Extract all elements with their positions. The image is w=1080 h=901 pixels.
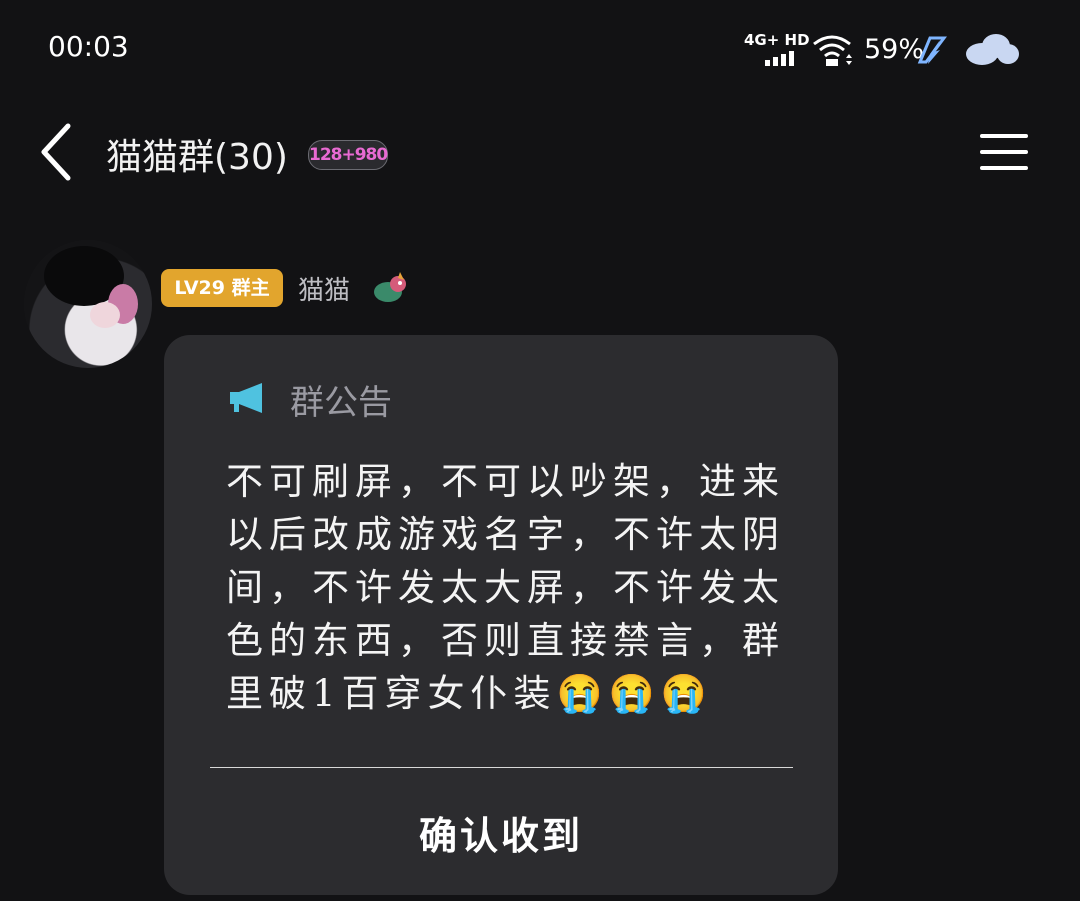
sender-name[interactable]: 猫猫 bbox=[298, 270, 350, 307]
announcement-card: 群公告 不可刷屏，不可以吵架，进来以后改成游戏名字，不许太阴间，不许发太大屏，不… bbox=[164, 335, 838, 895]
network-type: 4G+ HD bbox=[744, 31, 810, 49]
group-rank-badge: 128+980 bbox=[308, 140, 388, 170]
signal-icon bbox=[765, 51, 794, 66]
back-button[interactable] bbox=[36, 122, 80, 182]
wifi-icon bbox=[813, 35, 852, 66]
group-title: 猫猫群(30) bbox=[106, 137, 288, 178]
dragon-icon bbox=[374, 272, 406, 302]
clock: 00:03 bbox=[48, 30, 129, 63]
confirm-button[interactable]: 确认收到 bbox=[164, 805, 838, 860]
status-bar: 00:03 4G+ HD 59% bbox=[0, 0, 1080, 100]
divider bbox=[210, 767, 793, 768]
cloud-icon bbox=[966, 34, 1019, 65]
chat-header: 猫猫群(30) 128+980 bbox=[0, 100, 1080, 210]
announcement-body: 不可刷屏，不可以吵架，进来以后改成游戏名字，不许太阴间，不许发太大屏，不许发太色… bbox=[226, 460, 785, 715]
avatar-face bbox=[90, 302, 120, 328]
charging-icon bbox=[917, 36, 947, 64]
announcement-title: 群公告 bbox=[290, 383, 392, 423]
avatar[interactable] bbox=[24, 240, 152, 368]
level-badge: LV29 群主 bbox=[161, 269, 283, 307]
megaphone-icon bbox=[230, 383, 262, 413]
hamburger-menu-icon[interactable] bbox=[980, 132, 1028, 172]
